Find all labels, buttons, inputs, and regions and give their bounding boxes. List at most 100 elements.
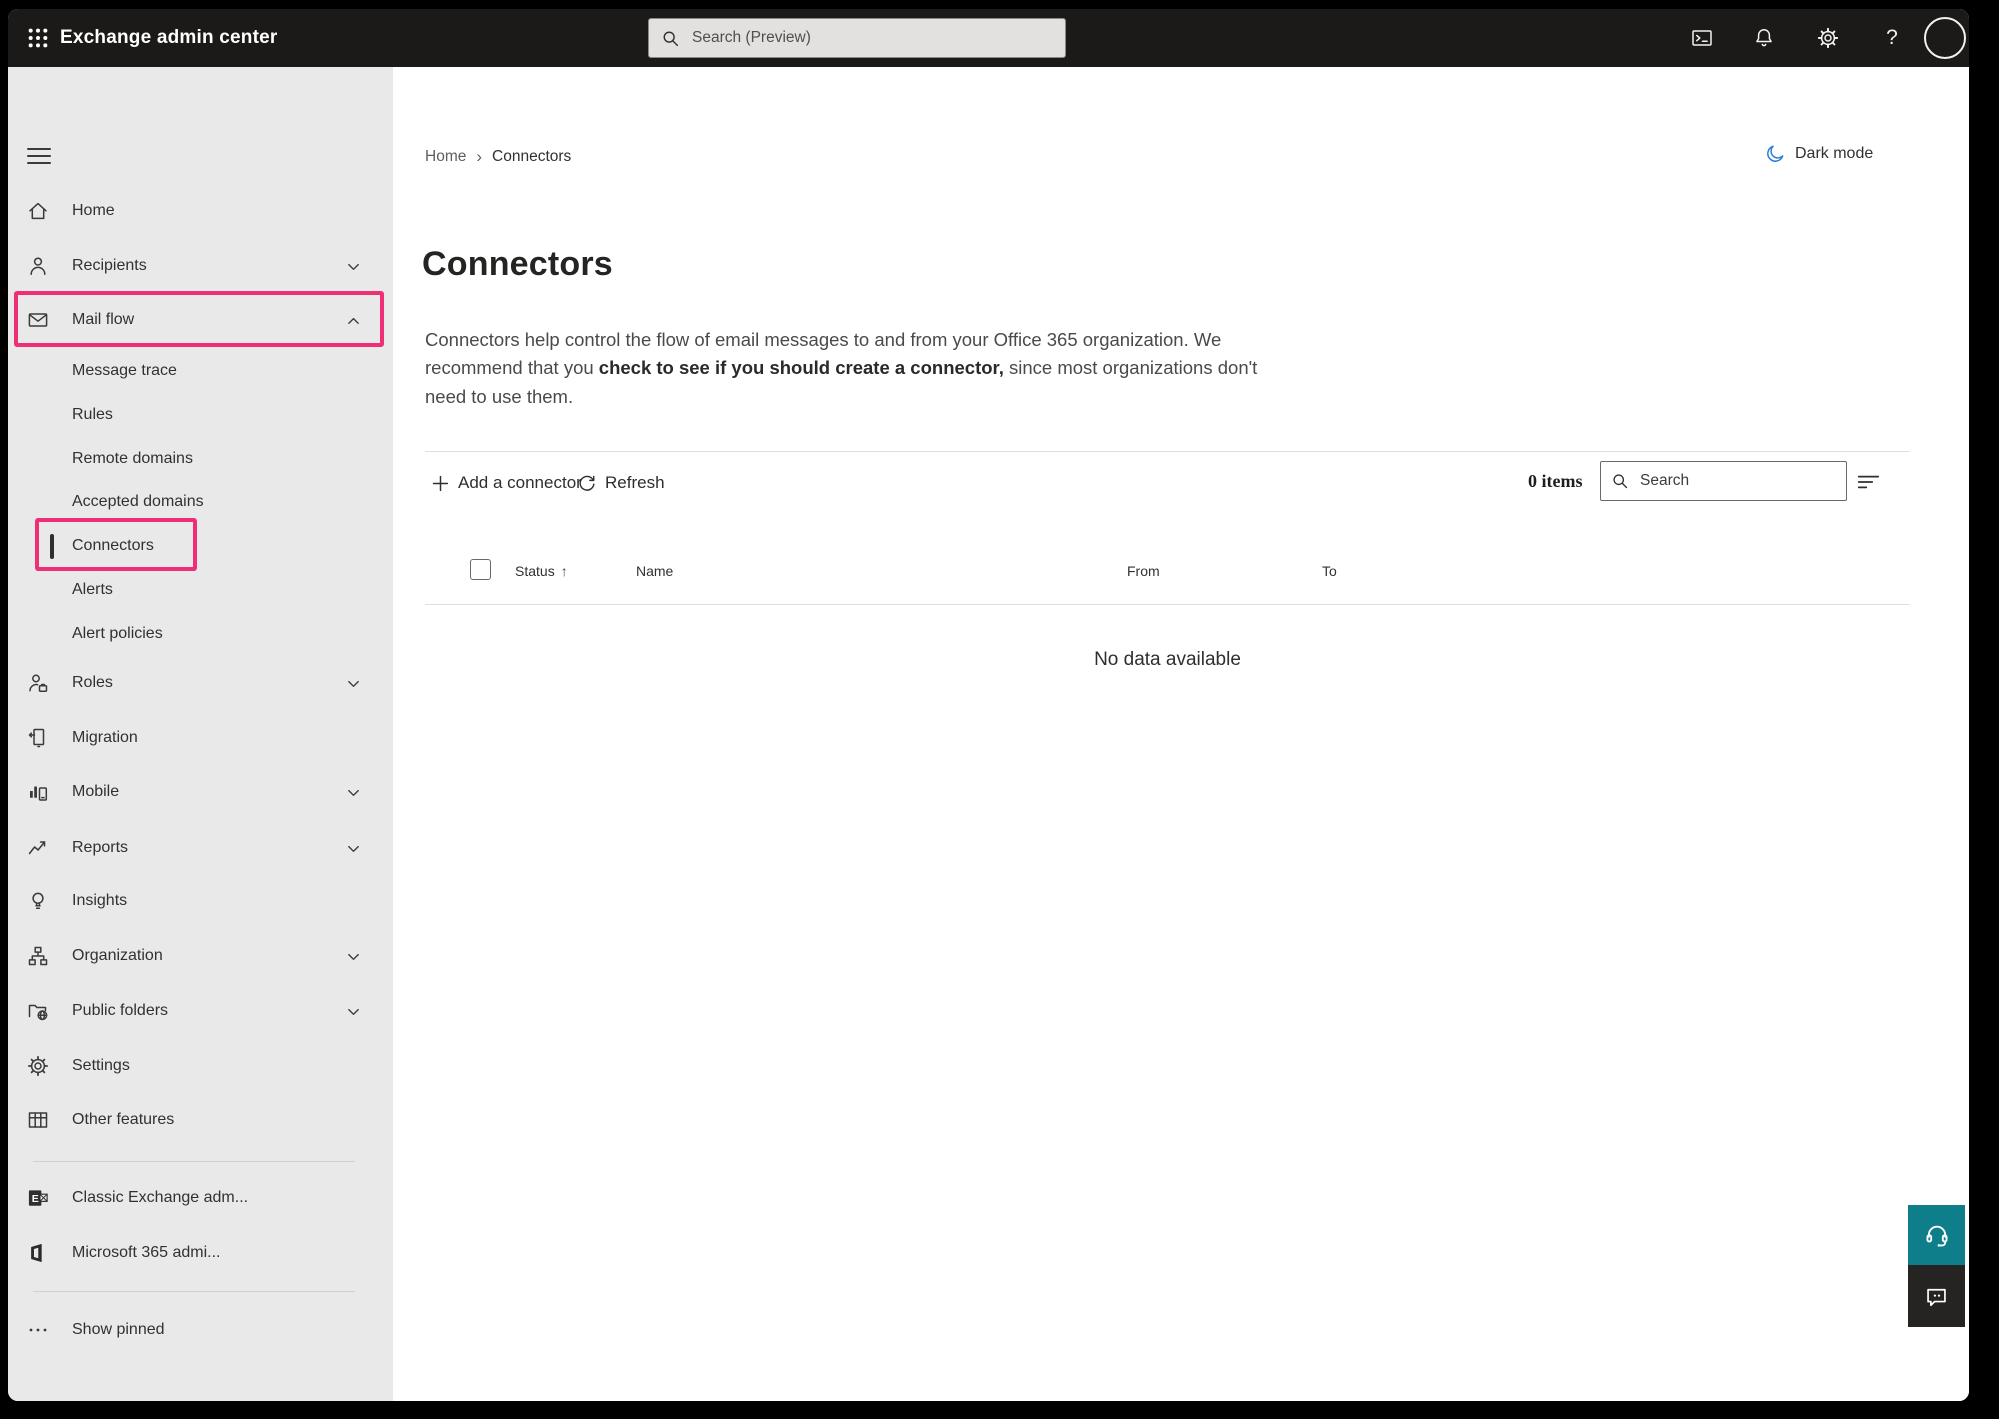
headset-icon [1923,1221,1951,1249]
bell-icon [1752,26,1776,50]
help-support-button[interactable] [1908,1205,1965,1265]
microsoft-365-icon [26,1241,50,1265]
add-connector-button[interactable]: Add a connector [432,465,582,501]
main-content: Home › Connectors Dark mode Connectors C… [393,67,1969,1401]
help-button[interactable]: ? [1872,18,1912,58]
create-connector-link[interactable]: check to see if you should create a conn… [599,357,1004,378]
lightbulb-icon [26,889,50,913]
search-icon [1611,472,1629,490]
account-avatar[interactable] [1924,17,1966,59]
table-grid-icon [26,1108,50,1132]
sidebar-item-public-folders[interactable]: Public folders [8,991,393,1031]
home-icon [26,199,50,223]
ellipsis-icon [26,1318,50,1342]
page-title: Connectors [422,245,613,284]
sidebar-item-alerts[interactable]: Alerts [8,570,393,610]
settings-button[interactable] [1808,18,1848,58]
svg-text:E: E [31,1192,38,1204]
list-search-input[interactable] [1638,471,1836,491]
reports-icon [26,836,50,860]
filter-icon [1856,471,1882,493]
sidebar-item-remote-domains[interactable]: Remote domains [8,439,393,479]
public-folder-icon [26,999,50,1023]
sidebar-item-insights[interactable]: Insights [8,881,393,921]
select-all-checkbox[interactable] [470,559,491,580]
breadcrumb-home-link[interactable]: Home [425,148,466,166]
sidebar-item-accepted-domains[interactable]: Accepted domains [8,482,393,522]
breadcrumb-separator: › [476,147,482,167]
sidebar-item-rules[interactable]: Rules [8,395,393,435]
global-search-input[interactable] [690,28,1053,48]
sidebar-item-mobile[interactable]: Mobile [8,772,393,812]
global-search-box[interactable] [648,18,1066,58]
app-window: Exchange admin center [8,9,1969,1401]
column-header-from[interactable]: From [1127,563,1160,579]
selected-item-indicator [50,534,54,559]
feedback-button[interactable] [1908,1265,1965,1327]
screenshot-frame: Exchange admin center [0,0,1999,1419]
sidebar-item-migration[interactable]: Migration [8,718,393,758]
toolbar-top-divider [425,451,1910,452]
hamburger-icon [26,146,52,166]
plus-icon [432,475,449,492]
org-chart-icon [26,944,50,968]
sidebar-item-mail-flow[interactable]: Mail flow [8,300,393,340]
chevron-down-icon [345,1003,361,1019]
chevron-down-icon [345,948,361,964]
nav-collapse-button[interactable] [23,143,55,169]
sidebar-item-message-trace[interactable]: Message trace [8,351,393,391]
gear-icon [1816,26,1840,50]
sidebar-divider [33,1291,355,1292]
refresh-button[interactable]: Refresh [577,465,665,501]
moon-icon [1765,143,1786,164]
sort-ascending-icon: ↑ [561,563,568,579]
filter-button[interactable] [1850,467,1888,497]
table-header-divider [425,604,1910,605]
items-count: 0 items [1528,471,1582,492]
sidebar-item-show-pinned[interactable]: Show pinned [8,1310,393,1350]
migration-icon [26,726,50,750]
dark-mode-toggle[interactable]: Dark mode [1765,143,1873,164]
sidebar-item-settings[interactable]: Settings [8,1046,393,1086]
sidebar-item-recipients[interactable]: Recipients [8,246,393,286]
column-header-status[interactable]: Status ↑ [515,563,568,579]
sidebar-item-alert-policies[interactable]: Alert policies [8,614,393,654]
sidebar-item-classic-exchange[interactable]: E Classic Exchange adm... [8,1178,393,1218]
sidebar-item-roles[interactable]: Roles [8,663,393,703]
mail-icon [26,308,50,332]
chevron-down-icon [345,840,361,856]
app-title: Exchange admin center [60,9,278,67]
left-nav: Home Recipients Mail flow Message trace … [8,67,393,1401]
empty-table-message: No data available [425,649,1910,671]
sidebar-item-microsoft-365-admin[interactable]: Microsoft 365 admi... [8,1233,393,1273]
notifications-button[interactable] [1744,18,1784,58]
breadcrumb: Home › Connectors [425,147,571,167]
cli-terminal-button[interactable] [1682,18,1722,58]
chevron-down-icon [345,258,361,274]
classic-exchange-icon: E [26,1186,50,1210]
sidebar-item-connectors[interactable]: Connectors [8,526,393,566]
sidebar-item-reports[interactable]: Reports [8,828,393,868]
sidebar-item-organization[interactable]: Organization [8,936,393,976]
mobile-icon [26,780,50,804]
column-header-to[interactable]: To [1322,563,1337,579]
breadcrumb-current: Connectors [492,148,571,166]
roles-icon [26,671,50,695]
sidebar-item-other-features[interactable]: Other features [8,1100,393,1140]
chevron-up-icon [345,312,361,328]
search-icon [661,29,680,48]
dark-mode-label: Dark mode [1795,145,1873,163]
feedback-bubble-icon [1923,1283,1950,1310]
terminal-icon [1690,26,1714,50]
sidebar-item-home[interactable]: Home [8,191,393,231]
list-search-box[interactable] [1600,461,1847,501]
app-launcher-button[interactable] [18,18,58,58]
refresh-icon [577,474,596,493]
gear-icon [26,1054,50,1078]
column-header-name[interactable]: Name [636,563,673,579]
chevron-down-icon [345,784,361,800]
page-description: Connectors help control the flow of emai… [425,326,1385,412]
top-bar: Exchange admin center [8,9,1969,67]
person-icon [26,254,50,278]
waffle-icon [27,27,49,49]
